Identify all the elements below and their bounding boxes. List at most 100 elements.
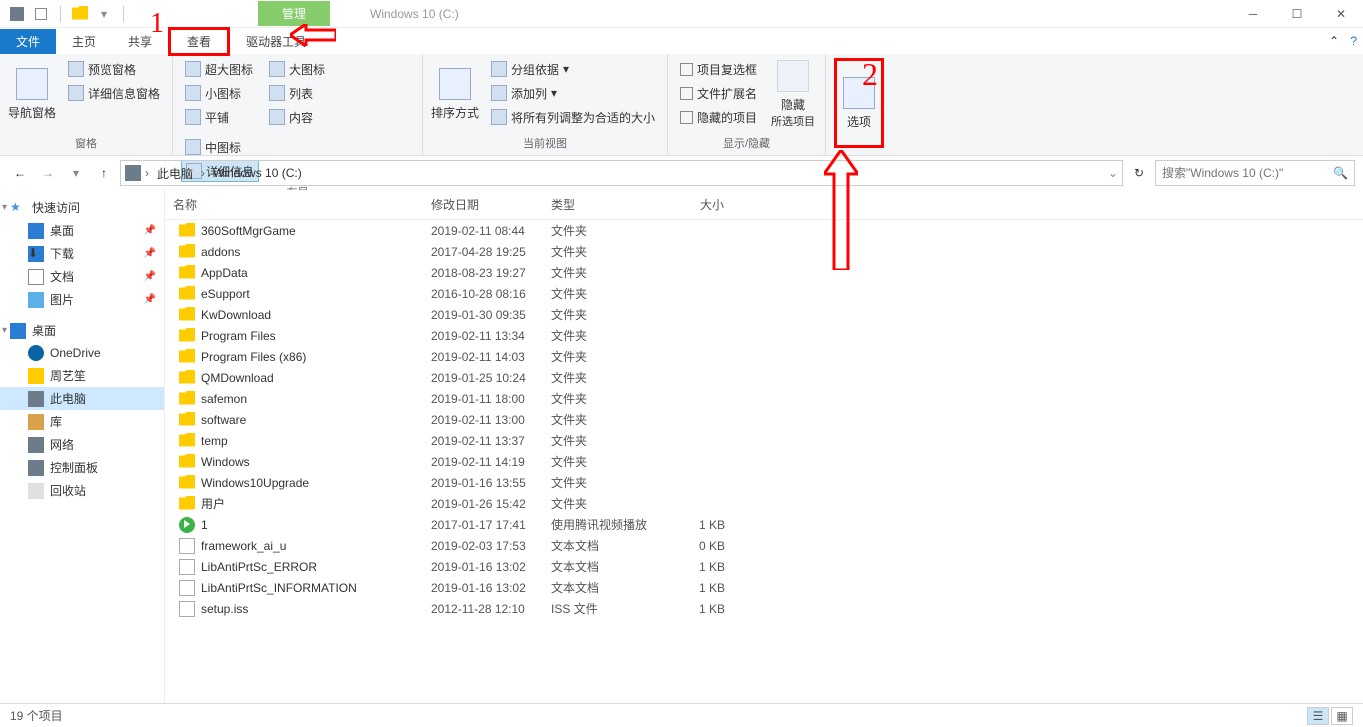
ribbon: 导航窗格 预览窗格 详细信息窗格 窗格 超大图标 小图标 平铺 大图标 列表 内… bbox=[0, 54, 1363, 156]
table-row[interactable]: 12017-01-17 17:41使用腾讯视频播放1 KB bbox=[165, 514, 1363, 535]
tab-share[interactable]: 共享 bbox=[112, 29, 168, 54]
sidebar-item-pictures[interactable]: 图片📌 bbox=[0, 288, 164, 311]
sidebar-item-desktop[interactable]: 桌面📌 bbox=[0, 219, 164, 242]
refresh-button[interactable]: ↻ bbox=[1127, 161, 1151, 185]
file-name: addons bbox=[201, 245, 240, 259]
table-row[interactable]: Program Files2019-02-11 13:34文件夹 bbox=[165, 325, 1363, 346]
table-row[interactable]: framework_ai_u2019-02-03 17:53文本文档0 KB bbox=[165, 535, 1363, 556]
layout-small[interactable]: 小图标 bbox=[181, 82, 257, 104]
sidebar-item-user[interactable]: 周艺笙 bbox=[0, 364, 164, 387]
sidebar-item-downloads[interactable]: ⬇下载📌 bbox=[0, 242, 164, 265]
layout-large[interactable]: 大图标 bbox=[265, 58, 329, 80]
search-icon[interactable]: 🔍 bbox=[1333, 166, 1348, 180]
sidebar-item-control-panel[interactable]: 控制面板 bbox=[0, 456, 164, 479]
table-row[interactable]: 用户2019-01-26 15:42文件夹 bbox=[165, 493, 1363, 514]
table-row[interactable]: Windows2019-02-11 14:19文件夹 bbox=[165, 451, 1363, 472]
crumb-this-pc[interactable]: 此电脑 bbox=[153, 165, 197, 182]
layout-medium[interactable]: 中图标 bbox=[181, 136, 259, 158]
file-size bbox=[663, 327, 733, 344]
layout-tiles[interactable]: 平铺 bbox=[181, 106, 257, 128]
hide-selected-button[interactable]: 隐藏 所选项目 bbox=[769, 58, 817, 130]
search-input[interactable] bbox=[1162, 166, 1333, 180]
close-button[interactable]: ✕ bbox=[1319, 0, 1363, 28]
sidebar-item-quick-access[interactable]: ▾★快速访问 bbox=[0, 196, 164, 219]
size-all-columns-button[interactable]: 将所有列调整为合适的大小 bbox=[487, 106, 659, 128]
sidebar-item-recycle[interactable]: 回收站 bbox=[0, 479, 164, 502]
table-row[interactable]: safemon2019-01-11 18:00文件夹 bbox=[165, 388, 1363, 409]
preview-pane-button[interactable]: 预览窗格 bbox=[64, 58, 164, 80]
file-name: LibAntiPrtSc_ERROR bbox=[201, 560, 317, 574]
file-name: LibAntiPrtSc_INFORMATION bbox=[201, 581, 357, 595]
sidebar-item-libraries[interactable]: 库 bbox=[0, 410, 164, 433]
column-date[interactable]: 修改日期 bbox=[423, 190, 543, 219]
view-large-icons-icon[interactable]: ▦ bbox=[1331, 707, 1353, 725]
item-checkboxes-toggle[interactable]: 项目复选框 bbox=[676, 58, 761, 80]
sidebar-item-network[interactable]: 网络 bbox=[0, 433, 164, 456]
file-list[interactable]: 名称 修改日期 类型 大小 360SoftMgrGame2019-02-11 0… bbox=[165, 190, 1363, 703]
column-size[interactable]: 大小 bbox=[663, 190, 733, 219]
table-row[interactable]: software2019-02-11 13:00文件夹 bbox=[165, 409, 1363, 430]
hidden-items-toggle[interactable]: 隐藏的项目 bbox=[676, 106, 761, 128]
tab-view[interactable]: 查看 bbox=[168, 27, 230, 56]
table-row[interactable]: setup.iss2012-11-28 12:10ISS 文件1 KB bbox=[165, 598, 1363, 619]
tab-drive-tools[interactable]: 驱动器工具 bbox=[230, 29, 322, 54]
chevron-right-icon[interactable]: › bbox=[145, 166, 149, 180]
tab-file[interactable]: 文件 bbox=[0, 29, 56, 54]
pc-icon bbox=[125, 165, 141, 181]
options-icon bbox=[843, 77, 875, 109]
navigation-pane[interactable]: ▾★快速访问 桌面📌 ⬇下载📌 文档📌 图片📌 ▾桌面 OneDrive 周艺笙… bbox=[0, 190, 165, 703]
view-details-icon[interactable]: ☰ bbox=[1307, 707, 1329, 725]
details-pane-button[interactable]: 详细信息窗格 bbox=[64, 82, 164, 104]
table-row[interactable]: addons2017-04-28 19:25文件夹 bbox=[165, 241, 1363, 262]
file-size: 1 KB bbox=[663, 600, 733, 617]
recent-locations-button[interactable]: ▾ bbox=[64, 161, 88, 185]
sidebar-item-documents[interactable]: 文档📌 bbox=[0, 265, 164, 288]
qat-dropdown-icon[interactable]: ▾ bbox=[95, 5, 113, 23]
table-row[interactable]: Program Files (x86)2019-02-11 14:03文件夹 bbox=[165, 346, 1363, 367]
sidebar-item-desktop2[interactable]: ▾桌面 bbox=[0, 319, 164, 342]
table-row[interactable]: KwDownload2019-01-30 09:35文件夹 bbox=[165, 304, 1363, 325]
table-row[interactable]: LibAntiPrtSc_ERROR2019-01-16 13:02文本文档1 … bbox=[165, 556, 1363, 577]
file-name: eSupport bbox=[201, 287, 250, 301]
table-row[interactable]: eSupport2016-10-28 08:16文件夹 bbox=[165, 283, 1363, 304]
crumb-drive[interactable]: Windows 10 (C:) bbox=[209, 166, 306, 180]
column-type[interactable]: 类型 bbox=[543, 190, 663, 219]
layout-content[interactable]: 内容 bbox=[265, 106, 329, 128]
file-icon bbox=[179, 559, 195, 575]
manage-context-tab[interactable]: 管理 bbox=[258, 1, 330, 26]
back-button[interactable]: ← bbox=[8, 161, 32, 185]
breadcrumb[interactable]: › 此电脑 › Windows 10 (C:) ⌄ bbox=[120, 160, 1123, 186]
help-icon[interactable]: ? bbox=[1350, 34, 1357, 48]
options-button[interactable]: 选项 bbox=[839, 63, 879, 143]
group-by-button[interactable]: 分组依据 ▾ bbox=[487, 58, 659, 80]
up-button[interactable]: ↑ bbox=[92, 161, 116, 185]
table-row[interactable]: 360SoftMgrGame2019-02-11 08:44文件夹 bbox=[165, 220, 1363, 241]
column-name[interactable]: 名称 bbox=[165, 190, 423, 219]
forward-button[interactable]: → bbox=[36, 161, 60, 185]
table-row[interactable]: AppData2018-08-23 19:27文件夹 bbox=[165, 262, 1363, 283]
table-row[interactable]: QMDownload2019-01-25 10:24文件夹 bbox=[165, 367, 1363, 388]
layout-extra-large[interactable]: 超大图标 bbox=[181, 58, 257, 80]
file-ext-toggle[interactable]: 文件扩展名 bbox=[676, 82, 761, 104]
table-row[interactable]: temp2019-02-11 13:37文件夹 bbox=[165, 430, 1363, 451]
minimize-button[interactable]: ─ bbox=[1231, 0, 1275, 28]
sidebar-item-onedrive[interactable]: OneDrive bbox=[0, 342, 164, 364]
quick-access-toolbar: ▾ bbox=[0, 5, 128, 23]
search-box[interactable]: 🔍 bbox=[1155, 160, 1355, 186]
layout-list[interactable]: 列表 bbox=[265, 82, 329, 104]
group-label-panes: 窗格 bbox=[8, 133, 164, 153]
add-columns-button[interactable]: 添加列 ▾ bbox=[487, 82, 659, 104]
address-dropdown-icon[interactable]: ⌄ bbox=[1108, 166, 1118, 180]
table-row[interactable]: Windows10Upgrade2019-01-16 13:55文件夹 bbox=[165, 472, 1363, 493]
sidebar-item-this-pc[interactable]: 此电脑 bbox=[0, 387, 164, 410]
file-date: 2019-01-25 10:24 bbox=[423, 369, 543, 386]
properties-icon[interactable] bbox=[32, 5, 50, 23]
table-row[interactable]: LibAntiPrtSc_INFORMATION2019-01-16 13:02… bbox=[165, 577, 1363, 598]
collapse-ribbon-icon[interactable]: ⌃ bbox=[1329, 34, 1339, 48]
maximize-button[interactable]: ☐ bbox=[1275, 0, 1319, 28]
chevron-right-icon[interactable]: › bbox=[201, 166, 205, 180]
sort-by-button[interactable]: 排序方式 bbox=[431, 58, 479, 130]
file-size bbox=[663, 222, 733, 239]
tab-home[interactable]: 主页 bbox=[56, 29, 112, 54]
nav-pane-button[interactable]: 导航窗格 bbox=[8, 58, 56, 130]
